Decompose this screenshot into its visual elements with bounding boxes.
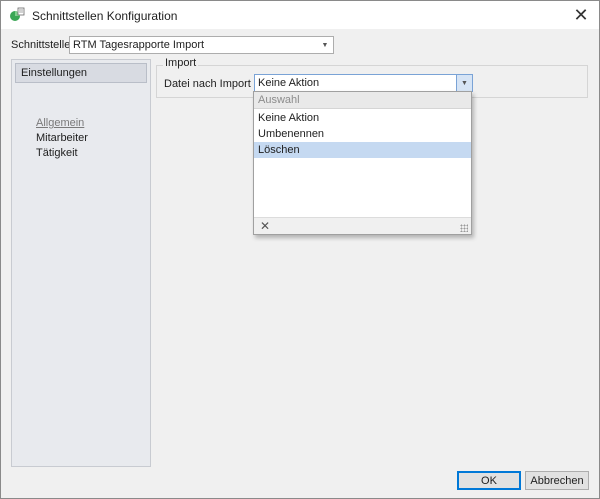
dialog-body: Schnittstelle RTM Tagesrapporte Import ▼…	[1, 29, 599, 498]
cancel-button[interactable]: Abbrechen	[525, 471, 589, 490]
schnittstelle-value: RTM Tagesrapporte Import	[73, 39, 205, 51]
dropdown-option-label: Keine Aktion	[258, 112, 320, 124]
dropdown-header-label: Auswahl	[258, 94, 300, 106]
datei-nach-import-value: Keine Aktion	[258, 77, 320, 89]
close-button[interactable]: ✕	[563, 1, 599, 29]
nav-item-mitarbeiter[interactable]: Mitarbeiter	[36, 132, 88, 144]
app-icon	[10, 7, 25, 21]
dropdown-option-umbenennen[interactable]: Umbenennen	[254, 126, 471, 142]
resize-grip-icon[interactable]	[460, 224, 468, 232]
nav-item-taetigkeit[interactable]: Tätigkeit	[36, 147, 78, 159]
datei-nach-import-dropdown: Auswahl Keine Aktion Umbenennen Löschen …	[253, 91, 472, 235]
datei-nach-import-select[interactable]: Keine Aktion ▼	[254, 74, 473, 92]
nav-header-einstellungen[interactable]: Einstellungen	[15, 63, 147, 83]
chevron-down-icon[interactable]: ▼	[456, 75, 472, 91]
title-bar: Schnittstellen Konfiguration ✕	[1, 1, 599, 29]
settings-navigation: Einstellungen Allgemein Mitarbeiter Täti…	[11, 59, 151, 467]
dropdown-option-label: Löschen	[258, 144, 300, 156]
ok-button[interactable]: OK	[457, 471, 521, 490]
dropdown-footer: ✕	[254, 217, 471, 234]
dialog-window: Schnittstellen Konfiguration ✕ Schnittst…	[0, 0, 600, 499]
dropdown-header: Auswahl	[254, 92, 471, 109]
dropdown-option-loeschen[interactable]: Löschen	[254, 142, 471, 158]
schnittstelle-select[interactable]: RTM Tagesrapporte Import ▼	[69, 36, 334, 54]
nav-header-label: Einstellungen	[21, 67, 88, 79]
datei-nach-import-label: Datei nach Import	[164, 78, 251, 90]
import-group-title: Import	[163, 57, 199, 69]
dropdown-option-label: Umbenennen	[258, 128, 325, 140]
dropdown-close-icon[interactable]: ✕	[260, 219, 270, 233]
close-icon: ✕	[573, 4, 589, 25]
ok-button-label: OK	[481, 474, 497, 487]
cancel-button-label: Abbrechen	[530, 474, 584, 487]
window-title: Schnittstellen Konfiguration	[32, 9, 178, 23]
dropdown-option-keine-aktion[interactable]: Keine Aktion	[254, 110, 471, 126]
chevron-down-icon[interactable]: ▼	[317, 37, 333, 53]
schnittstelle-label: Schnittstelle	[11, 39, 71, 51]
nav-item-allgemein[interactable]: Allgemein	[36, 117, 84, 129]
